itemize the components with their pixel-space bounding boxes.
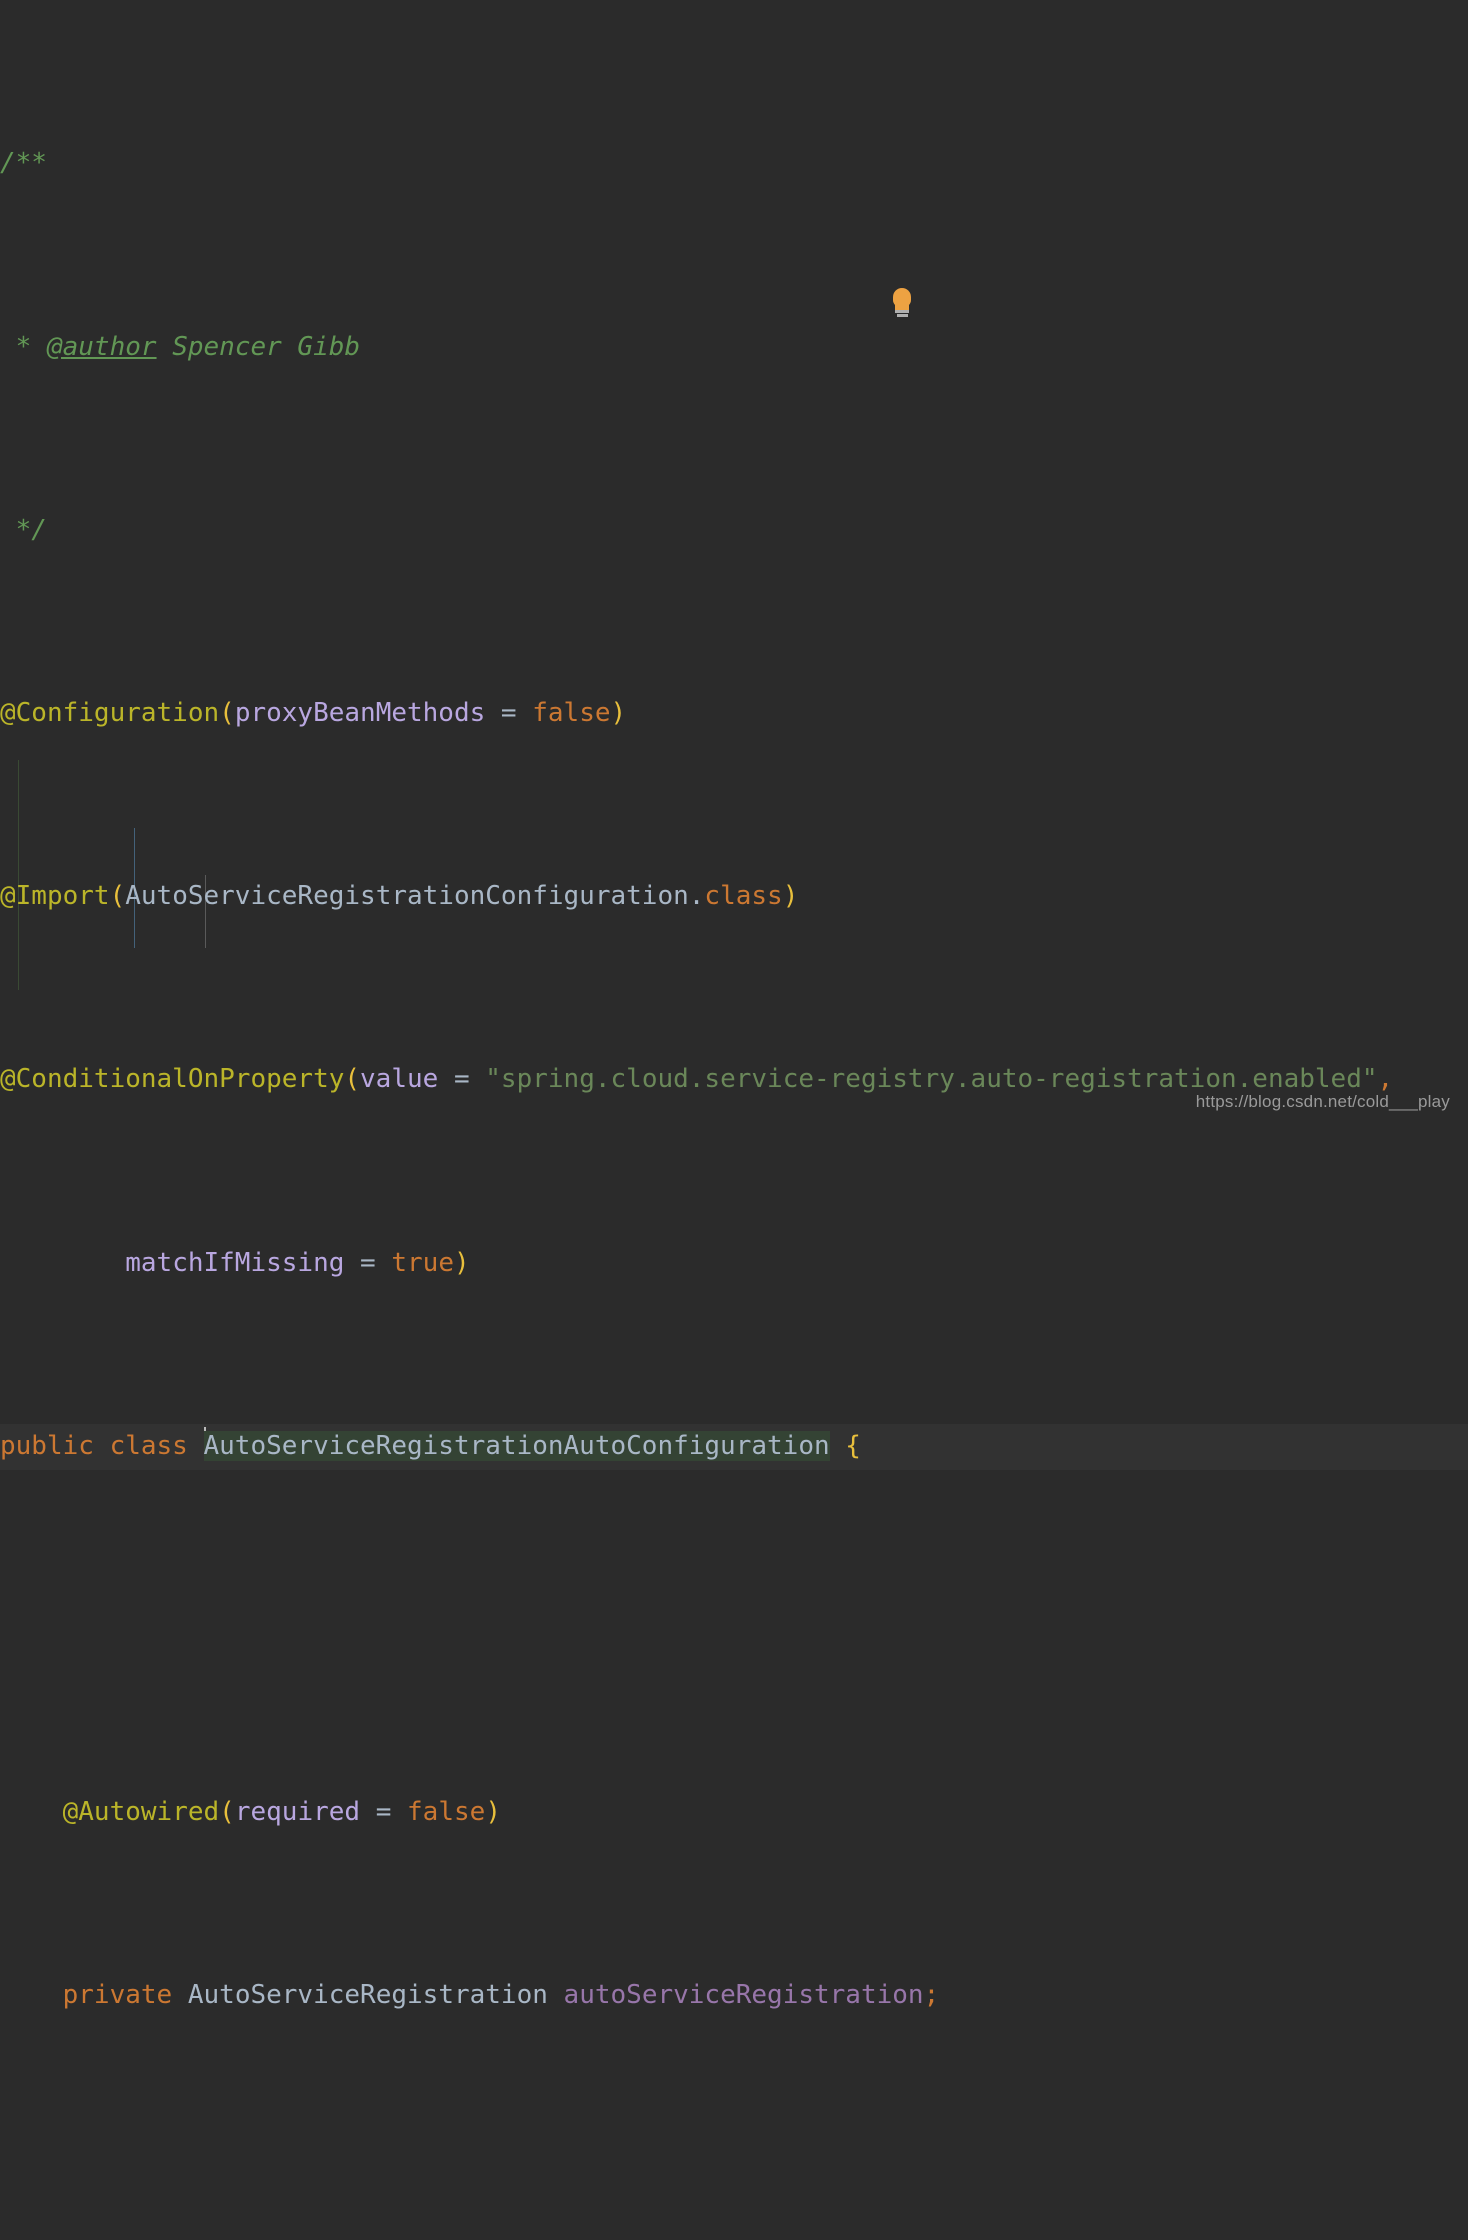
code-line-blank [0,2156,1468,2202]
indent [0,1797,63,1827]
code-line-annotation-configuration[interactable]: @Configuration(proxyBeanMethods = false) [0,691,1468,737]
javadoc-close: */ [0,515,47,545]
paren-open: ( [344,1064,360,1094]
paren-close: ) [783,881,799,911]
value-false: false [407,1797,485,1827]
equals-sign: = [360,1797,407,1827]
param-value: value [360,1064,438,1094]
annotation-configuration: @Configuration [0,698,219,728]
code-line-class-declaration[interactable]: public class AutoServiceRegistrationAuto… [0,1424,1468,1470]
code-line-blank [0,1607,1468,1653]
paren-open: ( [219,1797,235,1827]
indent [0,1248,125,1278]
equals-sign: = [438,1064,485,1094]
paren-open: ( [219,698,235,728]
code-editor-viewport[interactable]: /** * @author Spencer Gibb */ @Configura… [0,0,1468,1120]
paren-close: ) [611,698,627,728]
comma: , [1378,1064,1394,1094]
param-proxybeanmethods: proxyBeanMethods [235,698,485,728]
equals-sign: = [485,698,532,728]
keyword-class: class [704,881,782,911]
class-modifiers: public class [0,1431,204,1461]
param-required: required [235,1797,360,1827]
lightbulb-base-band-2 [897,314,908,317]
code-line-field-autoserviceregistration[interactable]: private AutoServiceRegistration autoServ… [0,1973,1468,2019]
class-brace-open: { [830,1431,861,1461]
indent [0,1980,63,2010]
value-true: true [391,1248,454,1278]
semicolon: ; [924,1980,940,2010]
annotation-autowired: @Autowired [63,1797,220,1827]
equals-sign: = [344,1248,391,1278]
field-modifier: private [63,1980,188,2010]
field-name: autoServiceRegistration [564,1980,924,2010]
code-line-javadoc-author[interactable]: * @author Spencer Gibb [0,325,1468,371]
import-type-reference: AutoServiceRegistrationConfiguration. [125,881,704,911]
string-property-key: "spring.cloud.service-registry.auto-regi… [485,1064,1377,1094]
paren-open: ( [110,881,126,911]
code-line-javadoc-close[interactable]: */ [0,508,1468,554]
param-matchifmissing: matchIfMissing [125,1248,344,1278]
javadoc-open: /** [0,148,47,178]
paren-close: ) [485,1797,501,1827]
annotation-conditionalonproperty: @ConditionalOnProperty [0,1064,344,1094]
class-name: AutoServiceRegistrationAutoConfiguration [204,1431,830,1461]
code-line-annotation-import[interactable]: @Import(AutoServiceRegistrationConfigura… [0,874,1468,920]
lightbulb-icon[interactable] [889,288,915,318]
lightbulb-base-band-1 [895,310,909,313]
paren-close: ) [454,1248,470,1278]
javadoc-author-name: Spencer Gibb [157,332,361,362]
annotation-import: @Import [0,881,110,911]
code-line-annotation-autowired-required[interactable]: @Autowired(required = false) [0,1790,1468,1836]
field-type: AutoServiceRegistration [188,1980,564,2010]
code-line-matchifmissing[interactable]: matchIfMissing = true) [0,1241,1468,1287]
javadoc-star: * [0,332,47,362]
javadoc-author-tag: @author [47,332,157,362]
code-line-javadoc-open[interactable]: /** [0,141,1468,187]
value-false: false [532,698,610,728]
source-code[interactable]: /** * @author Spencer Gibb */ @Configura… [0,0,1468,2240]
watermark-url: https://blog.csdn.net/cold___play [1196,1092,1450,1112]
